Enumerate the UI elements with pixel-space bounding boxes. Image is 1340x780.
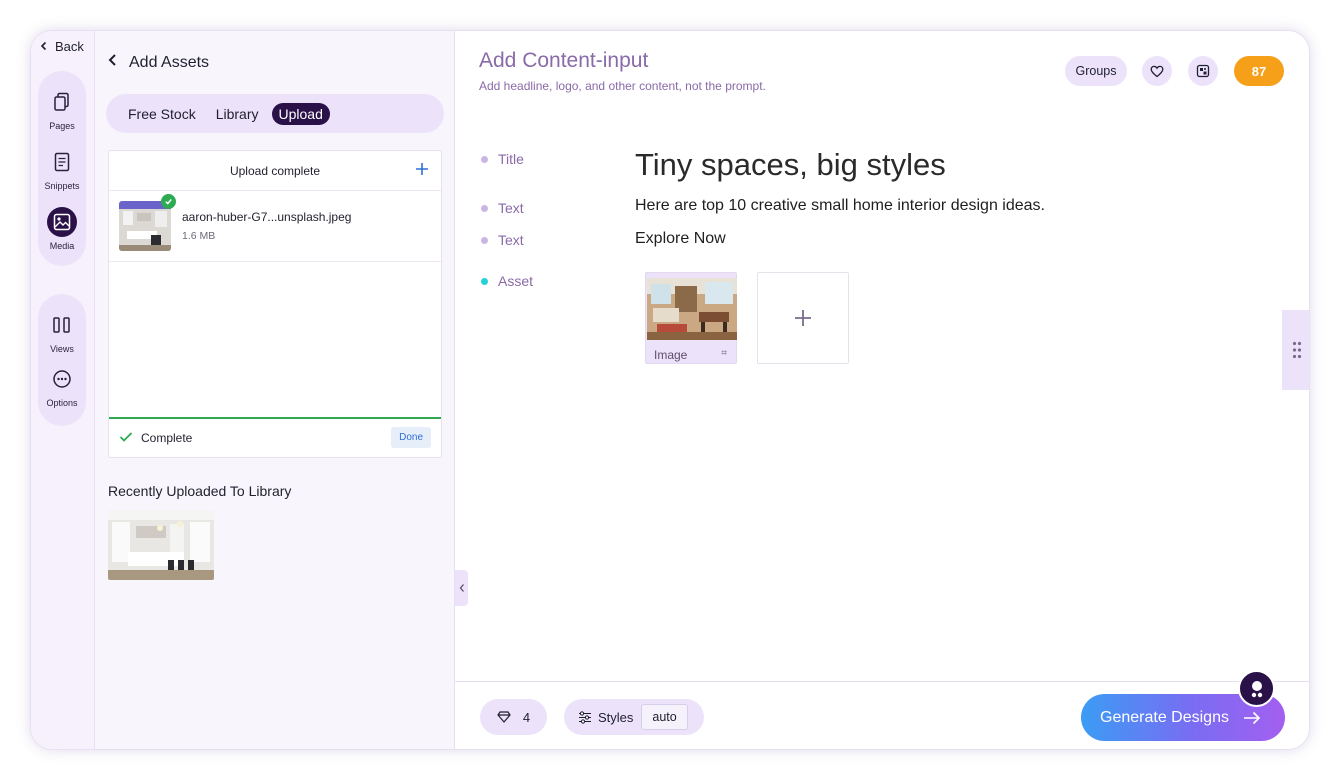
drag-handle[interactable]: [1282, 310, 1309, 390]
tab-upload[interactable]: Upload: [271, 102, 330, 125]
assistant-launcher-button[interactable]: [1238, 670, 1275, 707]
rail-item-snippets[interactable]: Snippets: [44, 147, 80, 191]
tab-library[interactable]: Library: [209, 103, 266, 125]
pages-icon: [47, 87, 77, 117]
asset-caption: Image: [654, 348, 688, 362]
field-label-text: Title: [498, 151, 524, 167]
sliders-icon: [579, 710, 591, 724]
add-upload-button[interactable]: [415, 159, 429, 182]
page-subtitle: Add headline, logo, and other content, n…: [479, 79, 766, 93]
content-editor: Add Content-input Add headline, logo, an…: [455, 31, 1309, 749]
field-label-text-2[interactable]: Text: [481, 232, 524, 248]
upload-complete-row: Complete Done: [109, 419, 441, 457]
field-label-text: Text: [498, 200, 524, 216]
field-label-asset[interactable]: Asset: [481, 273, 533, 289]
field-label-text-1[interactable]: Text: [481, 200, 524, 216]
media-icon: [47, 207, 77, 237]
arrow-right-icon: [1243, 711, 1261, 724]
rail-label-views: Views: [50, 344, 74, 354]
assets-panel: Add Assets Free Stock Library Upload Upl…: [95, 31, 455, 749]
snippets-icon: [47, 147, 77, 177]
plus-icon: [795, 310, 811, 326]
editor-footer: 4 Styles auto Generate Designs: [455, 670, 1309, 749]
rail-label-options: Options: [46, 398, 78, 408]
chevron-left-icon: [107, 53, 119, 72]
diamond-icon: [497, 711, 511, 723]
assistant-icon: [1251, 680, 1262, 697]
done-button[interactable]: Done: [391, 427, 431, 448]
rail-label-snippets: Snippets: [44, 181, 80, 191]
ai-assist-button[interactable]: [1188, 56, 1218, 86]
app-window: Back Pages Snippets Media Views Options …: [30, 30, 1310, 750]
rail-item-pages[interactable]: Pages: [47, 87, 77, 131]
asset-image-card[interactable]: Image ⌗: [645, 272, 737, 364]
back-button[interactable]: Back: [39, 39, 84, 54]
rail-label-media: Media: [49, 241, 75, 251]
styles-control[interactable]: Styles auto: [564, 699, 704, 735]
field-label-text: Asset: [498, 273, 534, 289]
upload-complete-label: Complete: [141, 431, 193, 445]
variations-count: 4: [522, 709, 531, 725]
asset-source-tabs: Free Stock Library Upload: [106, 94, 444, 133]
upload-file-row[interactable]: aaron-huber-G7...unsplash.jpeg 1.6 MB: [109, 191, 441, 262]
generate-label: Generate Designs: [1100, 708, 1229, 726]
rail-item-views[interactable]: Views: [47, 310, 77, 354]
uploaded-file-size: 1.6 MB: [182, 230, 216, 242]
upload-status-title: Upload complete: [229, 163, 321, 178]
asset-image-preview: [647, 278, 737, 340]
rail-item-options[interactable]: Options: [46, 364, 78, 408]
uploaded-file-thumbnail: [119, 201, 171, 251]
tab-free-stock[interactable]: Free Stock: [121, 103, 203, 125]
groups-button[interactable]: Groups: [1065, 56, 1127, 86]
crop-icon[interactable]: ⌗: [721, 348, 727, 359]
styles-value-select[interactable]: auto: [641, 704, 688, 730]
assets-title: Add Assets: [129, 53, 210, 71]
upload-box: Upload complete aaron-huber-G7...unsplas…: [108, 150, 442, 458]
cta-text-value[interactable]: Explore Now: [635, 230, 726, 248]
page-title: Add Content-input: [479, 49, 649, 72]
rail-label-pages: Pages: [49, 121, 75, 131]
field-dot: [481, 236, 488, 244]
chevron-left-icon: [39, 39, 49, 54]
back-label: Back: [55, 39, 84, 54]
checkmark-icon: [119, 431, 133, 446]
assets-header[interactable]: Add Assets: [107, 53, 209, 72]
body-text-value[interactable]: Here are top 10 creative small home inte…: [635, 197, 1045, 215]
plus-icon: [416, 163, 428, 175]
headline-value[interactable]: Tiny spaces, big styles: [635, 147, 946, 183]
upload-success-icon: [161, 194, 176, 209]
field-dot: [481, 155, 488, 163]
options-icon: [47, 364, 77, 394]
ai-grid-icon: [1196, 64, 1210, 78]
field-label-title[interactable]: Title: [481, 151, 524, 167]
field-dot-active: [481, 277, 488, 285]
rail-group-view: Views Options: [38, 294, 86, 426]
drag-dots-icon: [1292, 341, 1301, 359]
uploaded-file-name: aaron-huber-G7...unsplash.jpeg: [182, 210, 352, 224]
favorites-button[interactable]: [1142, 56, 1172, 86]
variations-button[interactable]: 4: [480, 699, 547, 735]
left-rail: Back Pages Snippets Media Views Options: [31, 31, 95, 749]
credits-badge[interactable]: 87: [1234, 56, 1284, 86]
recently-uploaded-heading: Recently Uploaded To Library: [108, 483, 292, 499]
styles-label: Styles: [598, 709, 634, 725]
add-asset-button[interactable]: [757, 272, 849, 364]
recent-upload-thumbnail[interactable]: [108, 510, 214, 580]
field-dot: [481, 204, 488, 212]
views-icon: [47, 310, 77, 340]
heart-icon: [1150, 65, 1164, 77]
field-label-text: Text: [498, 232, 524, 248]
rail-group-content: Pages Snippets Media: [38, 71, 86, 266]
upload-header: Upload complete: [109, 151, 441, 191]
rail-item-media[interactable]: Media: [47, 207, 77, 251]
